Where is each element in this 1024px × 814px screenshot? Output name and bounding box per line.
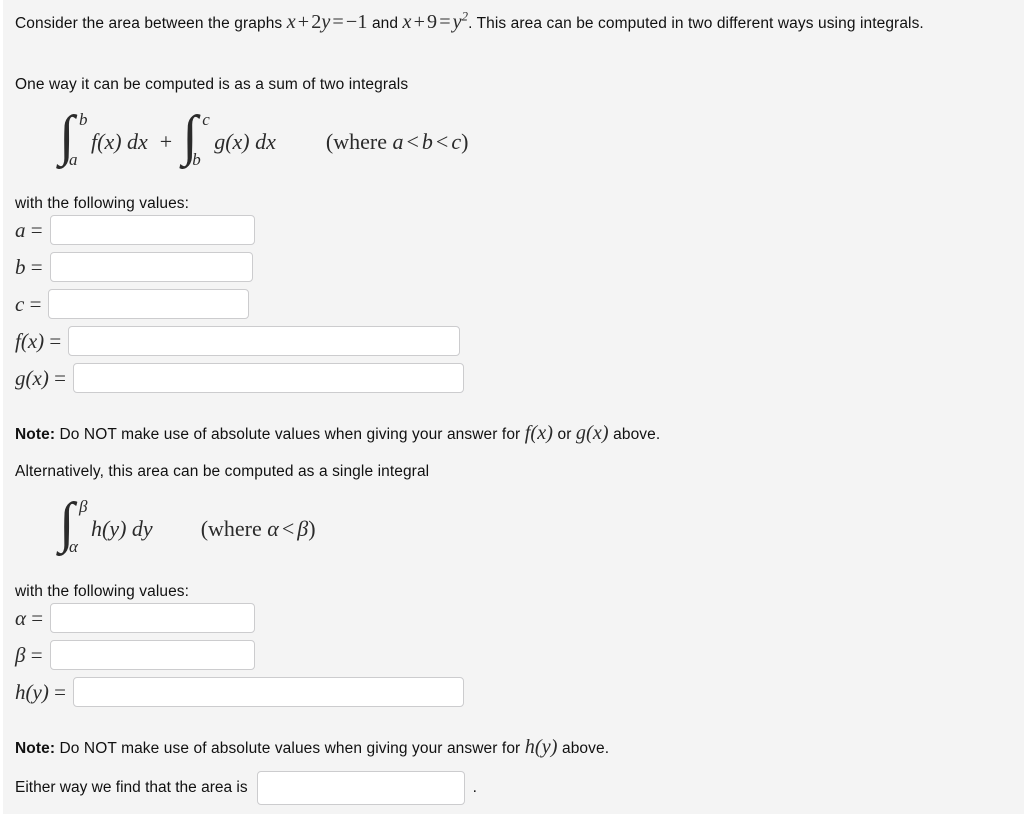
note-1-math-f: f(x) [524, 422, 554, 444]
values-heading-1: with the following values: [15, 195, 190, 212]
note-1-label: Note: [15, 426, 56, 443]
answer-input-alpha[interactable] [50, 603, 256, 633]
integrand-f: f(x) [91, 129, 122, 154]
final-answer-label: Either way we find that the area is [15, 779, 248, 796]
eq1-rhs: −1 [345, 11, 368, 33]
answer-input-h[interactable] [72, 677, 464, 707]
intro-middle: and [367, 15, 403, 32]
differential-dx-2: dx [255, 129, 276, 154]
integral-single-condition: (where α < β) [201, 516, 316, 542]
answer-row-h: h(y) = [15, 677, 464, 707]
integral-1-upper-limit: b [79, 110, 88, 129]
final-answer-row: Either way we find that the area is . [15, 771, 477, 805]
note-2-math-h: h(y) [524, 736, 558, 758]
condition2-var-alpha: α [267, 516, 279, 541]
label-alpha: α = [15, 605, 44, 630]
integral-2-lower-limit: b [192, 150, 201, 169]
eq1-var-x: x [286, 11, 296, 33]
note-2-text-after: above. [557, 740, 610, 757]
eq1-op-plus: + [297, 11, 310, 33]
answer-row-a: a = [15, 215, 255, 245]
label-g-of-x: g(x) = [15, 365, 66, 390]
answer-row-alpha: α = [15, 603, 256, 633]
problem-page: Consider the area between the graphs x+2… [0, 0, 1024, 814]
note-1: Note: Do NOT make use of absolute values… [15, 419, 660, 448]
intro-prefix: Consider the area between the graphs [15, 15, 287, 32]
answer-input-b[interactable] [49, 252, 253, 282]
note-2-text-before: Do NOT make use of absolute values when … [55, 740, 525, 757]
method-1-heading: One way it can be computed is as a sum o… [15, 76, 409, 93]
condition2-open: (where [200, 516, 268, 541]
answer-row-beta: β = [15, 640, 255, 670]
note-1-text-before: Do NOT make use of absolute values when … [55, 426, 525, 443]
answer-input-a[interactable] [49, 215, 255, 245]
eq2-op-plus: + [413, 11, 426, 33]
note-1-text-after: above. [608, 426, 661, 443]
integral-3-integrand: h(y) dy [89, 516, 155, 542]
integral-3-upper-limit: β [79, 497, 88, 516]
note-1-text-middle: or [553, 426, 576, 443]
condition2-close: ) [308, 516, 316, 541]
condition2-var-beta: β [297, 516, 309, 541]
answer-input-f[interactable] [68, 326, 461, 356]
answer-row-c: c = [15, 289, 250, 319]
answer-row-g: g(x) = [15, 363, 464, 393]
equation-2: x+9=y2 [402, 9, 469, 33]
integral-sum-condition: (where a < b < c) [326, 129, 469, 155]
answer-input-c[interactable] [48, 289, 250, 319]
answer-input-g[interactable] [72, 363, 464, 393]
intro-paragraph: Consider the area between the graphs x+2… [15, 8, 1015, 37]
integral-2: ∫ c b [182, 108, 212, 170]
final-period: . [472, 779, 477, 796]
eq2-var-x: x [402, 11, 412, 33]
label-b: b = [15, 254, 43, 279]
label-h-of-y: h(y) = [15, 679, 66, 704]
condition-close: ) [461, 129, 469, 154]
eq2-var-y: y [452, 11, 462, 33]
integral-1-lower-limit: a [69, 150, 78, 169]
label-f-of-x: f(x) = [15, 328, 62, 353]
condition-open: (where [325, 129, 393, 154]
integrand-h: h(y) [91, 516, 127, 541]
integral-1: ∫ b a [59, 108, 89, 170]
method-2-heading: Alternatively, this area can be computed… [15, 463, 430, 480]
integral-3-lower-limit: α [69, 537, 78, 556]
eq1-equals: = [332, 11, 344, 33]
eq1-coefficient: 2 [311, 11, 322, 33]
integral-1-integrand: f(x) dx [89, 129, 150, 155]
label-a: a = [15, 217, 43, 242]
eq2-equals: = [439, 11, 451, 33]
label-beta: β = [15, 642, 43, 667]
differential-dy: dy [131, 516, 153, 541]
integral-2-upper-limit: c [202, 110, 210, 129]
integrand-g: g(x) [214, 129, 250, 154]
answer-input-area[interactable] [256, 771, 465, 805]
note-1-math-g: g(x) [575, 422, 609, 444]
answer-row-b: b = [15, 252, 253, 282]
eq2-constant: 9 [427, 11, 438, 33]
integral-sum-expression: ∫ b a f(x) dx + ∫ c b g(x) dx (where a < b < c… [59, 108, 469, 170]
sum-operator: + [159, 129, 173, 154]
condition-var-a: a [392, 129, 404, 154]
answer-input-beta[interactable] [49, 640, 255, 670]
answer-row-f: f(x) = [15, 326, 461, 356]
condition-rel-1: < [406, 129, 419, 154]
values-heading-2: with the following values: [15, 583, 190, 600]
condition2-rel: < [281, 516, 295, 541]
differential-dx-1: dx [127, 129, 148, 154]
condition-var-b: b [421, 129, 433, 154]
note-2-label: Note: [15, 740, 56, 757]
condition-var-c: c [451, 129, 462, 154]
integral-2-integrand: g(x) dx [212, 129, 278, 155]
integral-3: ∫ β α [59, 495, 89, 557]
note-2: Note: Do NOT make use of absolute values… [15, 733, 609, 762]
label-c: c = [15, 291, 42, 316]
condition-rel-2: < [435, 129, 449, 154]
equation-1: x+2y=−1 [287, 11, 368, 33]
integral-single-expression: ∫ β α h(y) dy (where α < β) [59, 495, 316, 557]
intro-suffix: . This area can be computed in two diffe… [468, 15, 924, 32]
